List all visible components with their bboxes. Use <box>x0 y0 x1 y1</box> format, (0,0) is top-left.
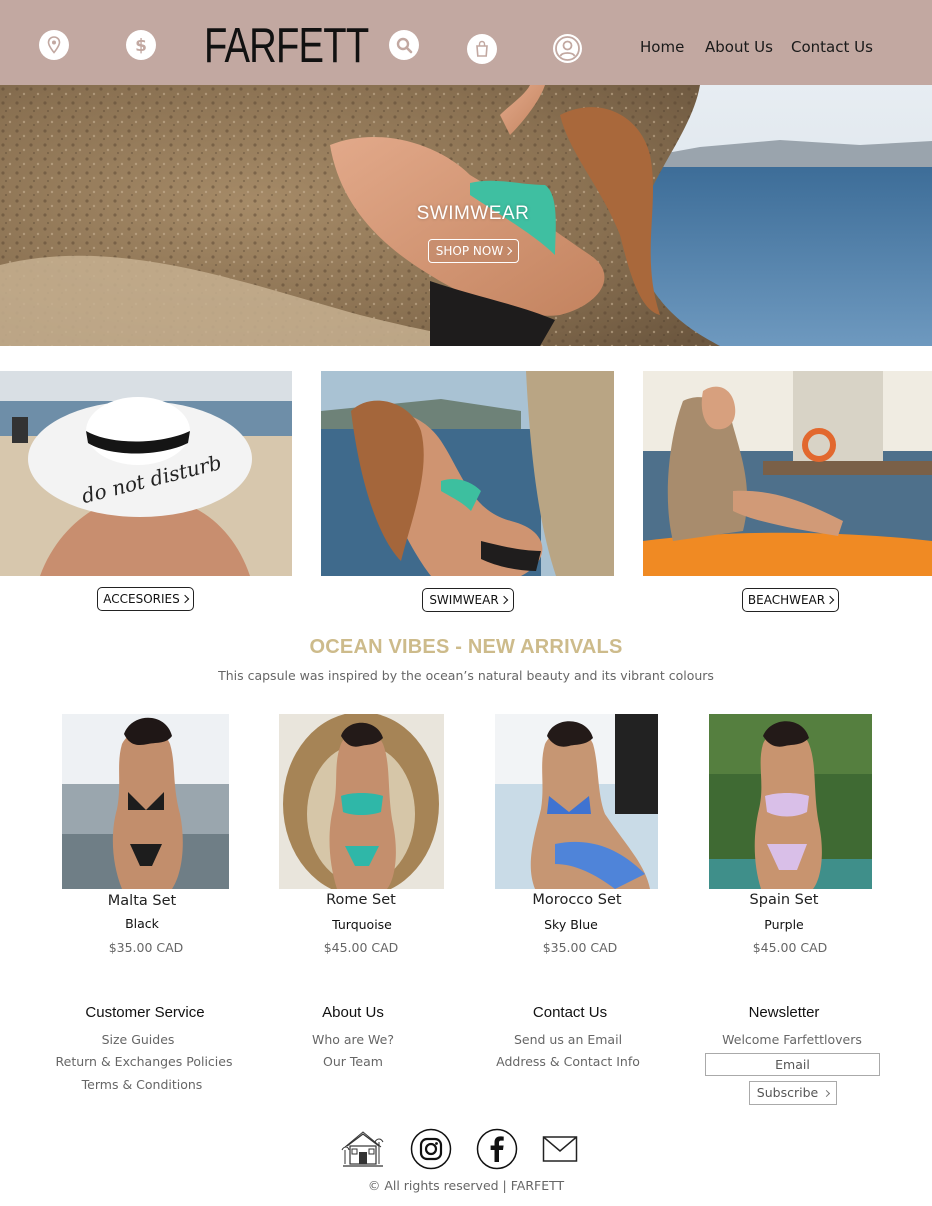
hero-banner[interactable]: SWIMWEAR SHOP NOW <box>0 85 932 346</box>
footer-heading-contact: Contact Us <box>532 1004 608 1021</box>
instagram-icon[interactable] <box>410 1128 452 1175</box>
nav-home[interactable]: Home <box>640 38 684 56</box>
user-icon[interactable] <box>553 34 582 63</box>
footer-heading-customer-service: Customer Service <box>85 1004 205 1021</box>
category-image-accessories[interactable]: do not disturb <box>0 371 292 576</box>
copyright-text: © All rights reserved | FARFETT <box>367 1178 565 1193</box>
section-subtitle: This capsule was inspired by the ocean’s… <box>218 668 714 683</box>
chevron-right-icon <box>825 595 835 605</box>
shopping-bag-icon[interactable] <box>467 34 497 64</box>
category-label: BEACHWEAR <box>747 593 826 607</box>
chevron-right-icon <box>499 595 508 605</box>
mail-icon[interactable] <box>542 1135 578 1168</box>
footer-link-returns[interactable]: Return & Exchanges Policies <box>34 1054 254 1069</box>
hero-title: SWIMWEAR <box>416 203 530 224</box>
brand-logo[interactable]: FARFETT <box>204 20 369 72</box>
footer-link-terms[interactable]: Terms & Conditions <box>32 1077 252 1092</box>
product-name[interactable]: Spain Set <box>684 892 884 908</box>
nav-about-us[interactable]: About Us <box>705 38 773 56</box>
nav-contact-us[interactable]: Contact Us <box>791 38 873 56</box>
footer-heading-newsletter: Newsletter <box>748 1004 820 1021</box>
product-image-malta[interactable] <box>62 714 229 889</box>
product-name[interactable]: Morocco Set <box>477 892 677 908</box>
footer-link-our-team[interactable]: Our Team <box>243 1054 463 1069</box>
subscribe-button[interactable]: Subscribe <box>749 1081 837 1105</box>
chevron-right-icon <box>180 594 189 604</box>
product-color: Sky Blue <box>544 917 598 932</box>
footer-link-who-are-we[interactable]: Who are We? <box>243 1032 463 1047</box>
facebook-icon[interactable] <box>476 1128 518 1175</box>
footer-link-size-guides[interactable]: Size Guides <box>28 1032 248 1047</box>
product-image-spain[interactable] <box>709 714 872 889</box>
dollar-icon[interactable]: $ <box>126 30 156 60</box>
section-title: OCEAN VIBES - NEW ARRIVALS <box>309 636 623 658</box>
newsletter-email-input[interactable] <box>705 1053 880 1076</box>
category-label: SWIMWEAR <box>429 593 499 607</box>
svg-text:$: $ <box>135 36 147 55</box>
category-image-swimwear[interactable] <box>321 371 614 576</box>
product-image-morocco[interactable] <box>495 714 658 889</box>
shop-now-label: SHOP NOW <box>435 244 504 258</box>
product-name[interactable]: Rome Set <box>261 892 461 908</box>
location-pin-icon[interactable] <box>39 30 69 60</box>
chevron-right-icon <box>823 1089 831 1098</box>
category-button-accessories[interactable]: ACCESORIES <box>97 587 194 611</box>
footer-link-address[interactable]: Address & Contact Info <box>458 1054 678 1069</box>
product-price: $35.00 CAD <box>542 940 618 955</box>
product-price: $45.00 CAD <box>752 940 828 955</box>
category-image-beachwear[interactable] <box>643 371 932 576</box>
category-button-beachwear[interactable]: BEACHWEAR <box>742 588 839 612</box>
category-button-swimwear[interactable]: SWIMWEAR <box>422 588 514 612</box>
site-header: $ FARFETT Home About Us Contact Us <box>0 0 932 85</box>
product-image-rome[interactable] <box>279 714 444 889</box>
beach-house-icon[interactable] <box>341 1128 385 1175</box>
footer-link-send-email[interactable]: Send us an Email <box>458 1032 678 1047</box>
product-price: $45.00 CAD <box>323 940 399 955</box>
product-price: $35.00 CAD <box>108 940 184 955</box>
shop-now-button[interactable]: SHOP NOW <box>428 239 519 263</box>
chevron-right-icon <box>503 246 513 256</box>
search-icon[interactable] <box>389 30 419 60</box>
category-label: ACCESORIES <box>103 592 180 606</box>
subscribe-label: Subscribe <box>756 1085 819 1100</box>
product-color: Black <box>125 916 159 931</box>
product-name[interactable]: Malta Set <box>42 893 242 909</box>
product-color: Turquoise <box>332 917 392 932</box>
product-color: Purple <box>764 917 804 932</box>
footer-heading-about: About Us <box>322 1004 384 1021</box>
newsletter-text: Welcome Farfettlovers <box>722 1032 862 1047</box>
